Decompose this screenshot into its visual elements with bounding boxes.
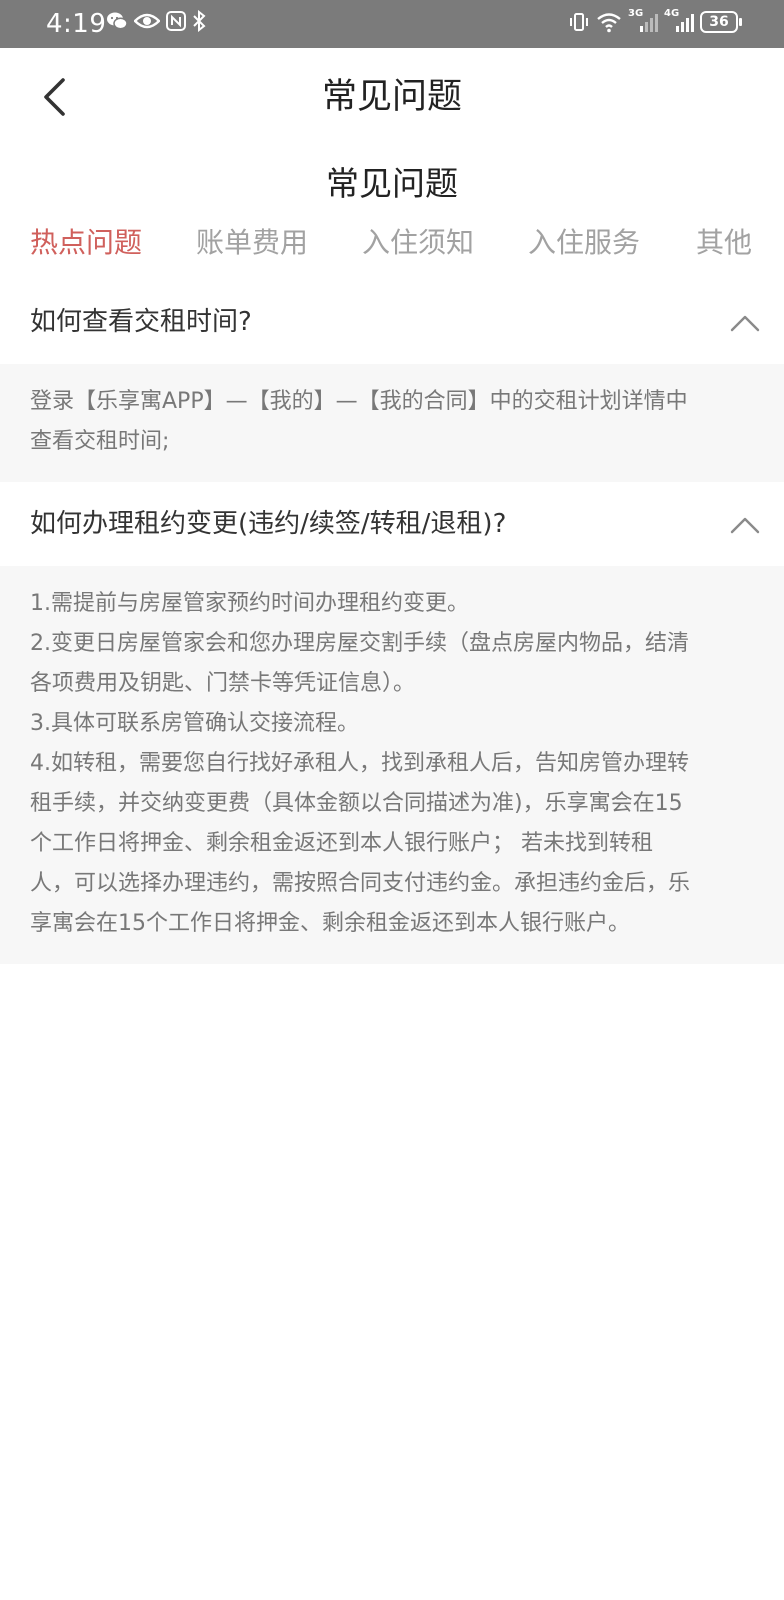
faq-answer-line: 查看交租时间; bbox=[30, 429, 170, 454]
chevron-up-icon[interactable] bbox=[728, 508, 762, 542]
faq-answer-line: 2.变更日房屋管家会和您办理房屋交割手续（盘点房屋内物品，结清 bbox=[30, 631, 689, 656]
signal-4g-icon: 4G bbox=[664, 8, 694, 34]
eye-icon bbox=[134, 11, 160, 31]
faq-question-text: 如何查看交租时间? bbox=[30, 307, 252, 337]
battery-nub bbox=[739, 18, 742, 26]
faq-answer-line: 4.如转租，需要您自行找好承租人，找到承租人后，告知房管办理转 bbox=[30, 751, 689, 776]
chevron-up-icon[interactable] bbox=[728, 306, 762, 340]
tab-checkin-notice[interactable]: 入住须知 bbox=[362, 216, 474, 270]
status-time: 4:19 bbox=[46, 9, 107, 39]
category-tabs: 热点问题 账单费用 入住须知 入住服务 其他 bbox=[0, 216, 784, 270]
faq-list: 如何查看交租时间? 登录【乐享寓APP】—【我的】—【我的合同】中的交租计划详情… bbox=[0, 280, 784, 964]
battery-level: 36 bbox=[709, 14, 729, 30]
status-bar: 4:19 3G 4G 36 bbox=[0, 0, 784, 48]
faq-answer-line: 各项费用及钥匙、门禁卡等凭证信息）。 bbox=[30, 671, 416, 696]
faq-answer-line: 租手续，并交纳变更费（具体金额以合同描述为准)，乐享寓会在15 bbox=[30, 791, 683, 816]
network-4g-label: 4G bbox=[664, 8, 680, 19]
tab-bill-fees[interactable]: 账单费用 bbox=[196, 216, 308, 270]
faq-answer: 1.需提前与房屋管家预约时间办理租约变更。 2.变更日房屋管家会和您办理房屋交割… bbox=[0, 566, 784, 964]
nav-header: 常见问题 bbox=[0, 48, 784, 146]
page-title: 常见问题 bbox=[321, 77, 462, 117]
faq-answer-line: 人，可以选择办理违约，需按照合同支付违约金。承担违约金后，乐 bbox=[30, 871, 691, 896]
signal-3g-icon: 3G bbox=[628, 8, 658, 34]
wechat-icon bbox=[106, 11, 128, 31]
status-left-icons bbox=[106, 10, 206, 32]
vibrate-icon bbox=[568, 11, 590, 33]
faq-answer-line: 个工作日将押金、剩余租金返还到本人银行账户； 若未找到转租 bbox=[30, 831, 653, 856]
tab-other[interactable]: 其他 bbox=[696, 216, 752, 270]
bluetooth-icon bbox=[192, 10, 206, 32]
chevron-left-icon bbox=[44, 78, 65, 116]
faq-question-row[interactable]: 如何办理租约变更(违约/续签/转租/退租)? bbox=[0, 482, 784, 566]
section-title: 常见问题 bbox=[326, 164, 458, 203]
wifi-icon bbox=[596, 11, 622, 33]
status-right-icons: 3G 4G 36 bbox=[568, 8, 742, 34]
faq-answer-line: 1.需提前与房屋管家预约时间办理租约变更。 bbox=[30, 591, 469, 616]
back-button[interactable] bbox=[32, 72, 76, 122]
faq-answer-line: 3.具体可联系房管确认交接流程。 bbox=[30, 711, 359, 736]
network-3g-label: 3G bbox=[628, 8, 644, 19]
faq-question-text: 如何办理租约变更(违约/续签/转租/退租)? bbox=[30, 509, 507, 539]
faq-item: 如何查看交租时间? 登录【乐享寓APP】—【我的】—【我的合同】中的交租计划详情… bbox=[0, 280, 784, 482]
faq-answer-line: 享寓会在15个工作日将押金、剩余租金返还到本人银行账户。 bbox=[30, 911, 630, 936]
tab-hot-questions[interactable]: 热点问题 bbox=[30, 216, 142, 270]
faq-answer-line: 登录【乐享寓APP】—【我的】—【我的合同】中的交租计划详情中 bbox=[30, 389, 688, 414]
tab-checkin-service[interactable]: 入住服务 bbox=[528, 216, 640, 270]
battery-icon: 36 bbox=[700, 11, 742, 33]
faq-item: 如何办理租约变更(违约/续签/转租/退租)? 1.需提前与房屋管家预约时间办理租… bbox=[0, 482, 784, 964]
faq-answer: 登录【乐享寓APP】—【我的】—【我的合同】中的交租计划详情中 查看交租时间; bbox=[0, 364, 784, 482]
faq-question-row[interactable]: 如何查看交租时间? bbox=[0, 280, 784, 364]
nfc-icon bbox=[166, 11, 186, 31]
